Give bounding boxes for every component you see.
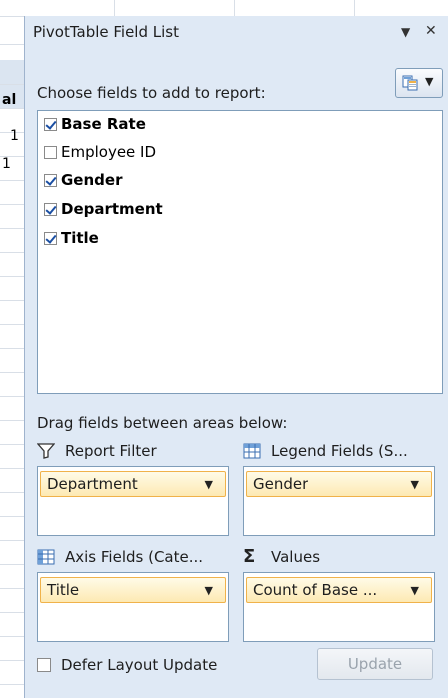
field-checkbox-unchecked[interactable] <box>44 145 57 159</box>
axis-fields-area[interactable]: Title ▼ <box>37 572 229 642</box>
table-grid-icon <box>243 443 261 459</box>
grid-line <box>0 252 24 253</box>
field-list-box: Base Rate Employee ID Gender Department … <box>37 110 443 394</box>
field-item-base-rate[interactable]: Base Rate <box>44 113 146 135</box>
report-filter-header: Report Filter <box>37 440 157 462</box>
legend-fields-header: Legend Fields (S... <box>243 440 408 462</box>
defer-layout-checkbox[interactable] <box>37 658 51 672</box>
update-button[interactable]: Update <box>317 648 433 680</box>
pill-label: Department <box>47 475 138 493</box>
grid-line <box>0 276 24 277</box>
grid-line <box>0 420 24 421</box>
cell-text: 1 <box>2 156 11 172</box>
field-checkbox-checked[interactable] <box>44 173 57 187</box>
grid-line <box>0 228 24 229</box>
defer-layout-label: Defer Layout Update <box>61 656 218 674</box>
chevron-down-icon[interactable]: ▼ <box>205 584 213 597</box>
pill-label: Gender <box>253 475 309 493</box>
spreadsheet-top-edge <box>24 0 448 16</box>
field-label: Title <box>61 229 99 247</box>
values-area[interactable]: Count of Base ... ▼ <box>243 572 435 642</box>
defer-layout-update[interactable]: Defer Layout Update <box>37 656 217 674</box>
legend-fields-area[interactable]: Gender ▼ <box>243 466 435 536</box>
grid-line <box>0 588 24 589</box>
values-field-pill[interactable]: Count of Base ... ▼ <box>246 577 432 603</box>
field-list-layout-button[interactable]: ▼ <box>395 68 443 98</box>
grid-line <box>0 180 24 181</box>
values-header: Σ Values <box>243 546 320 568</box>
grid-line <box>0 468 24 469</box>
grid-line <box>0 348 24 349</box>
table-grid-icon <box>37 549 55 565</box>
pane-title: PivotTable Field List <box>33 23 179 41</box>
filter-icon <box>37 443 55 459</box>
chevron-down-icon: ▼ <box>425 75 434 88</box>
spreadsheet-edge: al 1 1 <box>0 0 24 698</box>
grid-line <box>0 396 24 397</box>
axis-fields-field-pill[interactable]: Title ▼ <box>40 577 226 603</box>
grid-line <box>234 0 235 16</box>
values-label: Values <box>271 548 321 566</box>
grid-line <box>0 516 24 517</box>
field-item-employee-id[interactable]: Employee ID <box>44 141 156 163</box>
pill-label: Count of Base ... <box>253 581 378 599</box>
cell-text: 1 <box>10 128 19 144</box>
pane-options-dropdown-icon[interactable]: ▼ <box>401 25 410 39</box>
grid-line <box>0 684 24 685</box>
grid-line <box>0 492 24 493</box>
sigma-icon: Σ <box>243 546 256 567</box>
report-filter-label: Report Filter <box>65 442 157 460</box>
field-item-gender[interactable]: Gender <box>44 169 122 191</box>
grid-line <box>0 16 24 17</box>
legend-fields-label: Legend Fields (S... <box>271 442 408 460</box>
grid-line <box>0 324 24 325</box>
pivottable-field-list-pane: PivotTable Field List ▼ ✕ Choose fields … <box>24 16 448 698</box>
field-item-department[interactable]: Department <box>44 198 163 220</box>
grid-line <box>0 44 24 45</box>
field-label: Employee ID <box>61 143 157 161</box>
grid-line <box>0 636 24 637</box>
chevron-down-icon[interactable]: ▼ <box>411 584 419 597</box>
grid-line <box>0 564 24 565</box>
grid-line <box>354 0 355 16</box>
field-item-title[interactable]: Title <box>44 227 99 249</box>
legend-fields-field-pill[interactable]: Gender ▼ <box>246 471 432 497</box>
field-list-layout-icon <box>402 75 418 91</box>
field-checkbox-checked[interactable] <box>44 117 57 131</box>
cell-text: al <box>2 92 17 108</box>
grid-line <box>114 0 115 16</box>
field-label: Base Rate <box>61 115 146 133</box>
field-label: Department <box>61 200 163 218</box>
grid-line <box>0 540 24 541</box>
chevron-down-icon[interactable]: ▼ <box>205 478 213 491</box>
report-filter-area[interactable]: Department ▼ <box>37 466 229 536</box>
grid-line <box>0 300 24 301</box>
grid-line <box>0 444 24 445</box>
pane-title-bar[interactable]: PivotTable Field List ▼ ✕ <box>25 16 448 50</box>
report-filter-field-pill[interactable]: Department ▼ <box>40 471 226 497</box>
grid-line <box>0 612 24 613</box>
grid-line <box>0 372 24 373</box>
grid-line <box>0 660 24 661</box>
field-label: Gender <box>61 171 123 189</box>
grid-line <box>0 108 24 109</box>
drag-fields-label: Drag fields between areas below: <box>37 414 288 432</box>
field-checkbox-checked[interactable] <box>44 202 57 216</box>
field-checkbox-checked[interactable] <box>44 231 57 245</box>
axis-fields-label: Axis Fields (Cate... <box>65 548 204 566</box>
pill-label: Title <box>47 581 80 599</box>
chevron-down-icon[interactable]: ▼ <box>411 478 419 491</box>
grid-line <box>0 204 24 205</box>
axis-fields-header: Axis Fields (Cate... <box>37 546 203 568</box>
grid-line <box>0 84 24 85</box>
close-icon[interactable]: ✕ <box>425 23 437 39</box>
choose-fields-label: Choose fields to add to report: <box>37 84 266 102</box>
